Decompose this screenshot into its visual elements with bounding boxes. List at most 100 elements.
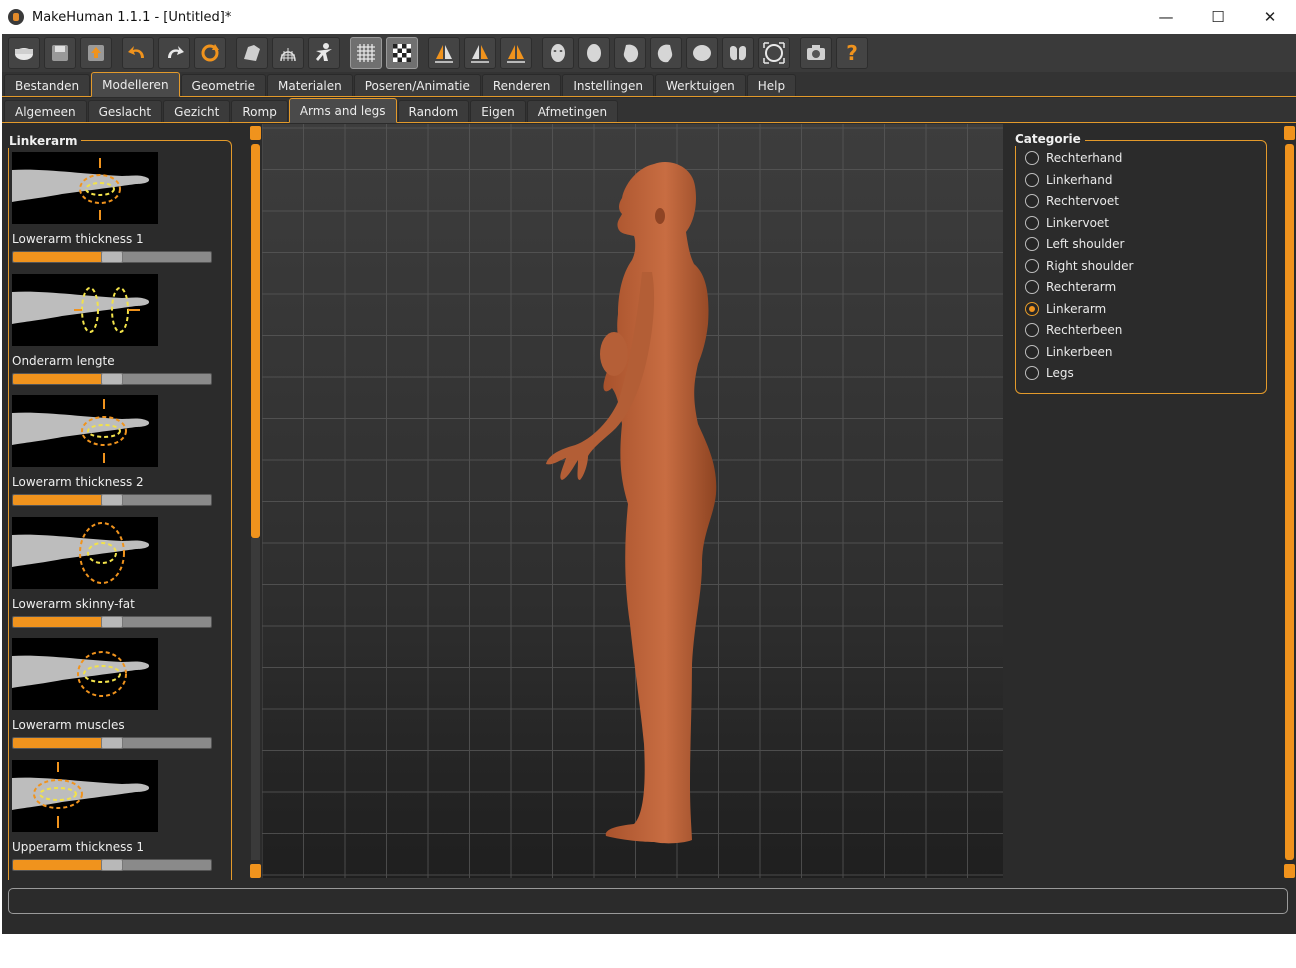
- export-button[interactable]: [80, 37, 112, 69]
- tab-werktuigen[interactable]: Werktuigen: [655, 74, 746, 96]
- radio-button[interactable]: [1025, 323, 1039, 337]
- tab-modelleren[interactable]: Modelleren: [91, 72, 180, 97]
- subtab-geslacht[interactable]: Geslacht: [87, 100, 163, 122]
- symmetry-right-icon: [435, 45, 453, 63]
- radio-button[interactable]: [1025, 151, 1039, 165]
- tab-bestanden[interactable]: Bestanden: [4, 74, 91, 96]
- tab-instellingen[interactable]: Instellingen: [562, 74, 655, 96]
- scroll-track[interactable]: [251, 538, 260, 860]
- new-button[interactable]: [8, 37, 40, 69]
- tab-renderen[interactable]: Renderen: [481, 74, 562, 96]
- help-button[interactable]: ?: [836, 37, 868, 69]
- modifier-slider[interactable]: [12, 737, 212, 749]
- symmetry-right-button[interactable]: [428, 37, 460, 69]
- modifier-slider[interactable]: [12, 494, 212, 506]
- slider-fill: [13, 373, 112, 384]
- right-view-button[interactable]: [650, 37, 682, 69]
- close-button[interactable]: ✕: [1244, 0, 1296, 34]
- tab-geometrie[interactable]: Geometrie: [180, 74, 266, 96]
- checker-button[interactable]: [386, 37, 418, 69]
- slider-handle[interactable]: [101, 372, 123, 385]
- slider-item: Onderarm lengte: [12, 273, 222, 385]
- 3d-viewport[interactable]: [262, 124, 1003, 878]
- subtab-romp[interactable]: Romp: [231, 100, 288, 122]
- subtab-eigen[interactable]: Eigen: [470, 100, 526, 122]
- redo-button[interactable]: [158, 37, 190, 69]
- modifier-slider[interactable]: [12, 372, 212, 385]
- bottom-view-button[interactable]: [722, 37, 754, 69]
- slider-fill: [13, 859, 112, 870]
- radio-button[interactable]: [1025, 366, 1039, 380]
- radio-button[interactable]: [1025, 215, 1039, 230]
- subtab-gezicht[interactable]: Gezicht: [163, 100, 231, 122]
- radio-button[interactable]: [1025, 280, 1039, 294]
- checker-icon: [393, 44, 411, 62]
- category-option-rechtervoet[interactable]: Rechtervoet: [1025, 191, 1119, 211]
- category-option-legs[interactable]: Legs: [1025, 363, 1074, 383]
- slider-item: Lowerarm skinny-fat: [12, 516, 222, 628]
- radio-button[interactable]: [1025, 344, 1039, 359]
- smooth-button[interactable]: [236, 37, 268, 69]
- left-panel-scrollbar[interactable]: [250, 126, 262, 878]
- right-panel-scrollbar[interactable]: [1284, 126, 1295, 878]
- scroll-up-button[interactable]: [1284, 126, 1295, 140]
- reset-camera-button[interactable]: [758, 37, 790, 69]
- slider-handle[interactable]: [101, 251, 123, 263]
- scroll-up-button[interactable]: [250, 126, 261, 140]
- category-option-linkerbeen[interactable]: Linkerbeen: [1025, 342, 1112, 362]
- category-option-linkerarm[interactable]: Linkerarm: [1025, 299, 1106, 319]
- grid-icon: [357, 44, 375, 62]
- radio-button[interactable]: [1025, 194, 1039, 208]
- symmetry-button[interactable]: [500, 37, 532, 69]
- left-view-button[interactable]: [614, 37, 646, 69]
- window-title: MakeHuman 1.1.1 - [Untitled]*: [32, 9, 232, 25]
- top-view-button[interactable]: [686, 37, 718, 69]
- category-option-rechterhand[interactable]: Rechterhand: [1025, 148, 1122, 168]
- export-icon: [88, 45, 104, 61]
- reset-button[interactable]: [194, 37, 226, 69]
- scroll-thumb[interactable]: [251, 144, 260, 538]
- grid-button[interactable]: [350, 37, 382, 69]
- slider-handle[interactable]: [101, 615, 123, 628]
- radio-button[interactable]: [1025, 237, 1039, 251]
- tab-poseren-animatie[interactable]: Poseren/Animatie: [353, 74, 481, 96]
- scroll-down-button[interactable]: [250, 864, 261, 878]
- slider-handle[interactable]: [101, 737, 123, 749]
- radio-button[interactable]: [1025, 172, 1039, 187]
- scroll-thumb[interactable]: [1285, 144, 1294, 860]
- subtab-afmetingen[interactable]: Afmetingen: [526, 100, 619, 122]
- modifier-slider[interactable]: [12, 251, 212, 263]
- radio-button[interactable]: [1025, 301, 1039, 316]
- category-option-linkervoet[interactable]: Linkervoet: [1025, 213, 1109, 233]
- undo-button[interactable]: [122, 37, 154, 69]
- slider-handle[interactable]: [101, 494, 123, 506]
- save-button[interactable]: [44, 37, 76, 69]
- pose-button[interactable]: [308, 37, 340, 69]
- category-option-rechterbeen[interactable]: Rechterbeen: [1025, 320, 1122, 340]
- right-panel: Categorie Rechterhand Linkerhand Rechtervo…: [1003, 124, 1296, 880]
- screenshot-button[interactable]: [800, 37, 832, 69]
- symmetry-left-button[interactable]: [464, 37, 496, 69]
- category-option-right-shoulder[interactable]: Right shoulder: [1025, 256, 1134, 276]
- category-option-linkerhand[interactable]: Linkerhand: [1025, 170, 1112, 190]
- back-view-button[interactable]: [578, 37, 610, 69]
- radio-button[interactable]: [1025, 258, 1039, 273]
- tab-materialen[interactable]: Materialen: [267, 74, 353, 96]
- minimize-button[interactable]: —: [1140, 0, 1192, 34]
- category-option-left-shoulder[interactable]: Left shoulder: [1025, 234, 1124, 254]
- slider-handle[interactable]: [101, 858, 123, 871]
- modifier-slider[interactable]: [12, 615, 212, 628]
- pose-icon: [316, 43, 332, 61]
- scroll-down-button[interactable]: [1284, 864, 1295, 878]
- modifier-slider[interactable]: [12, 858, 212, 871]
- front-view-button[interactable]: [542, 37, 574, 69]
- tab-help[interactable]: Help: [746, 74, 797, 96]
- subtab-arms-and-legs[interactable]: Arms and legs: [288, 98, 397, 123]
- subtab-random[interactable]: Random: [397, 100, 470, 122]
- maximize-button[interactable]: ☐: [1192, 0, 1244, 34]
- subtab-algemeen[interactable]: Algemeen: [4, 100, 87, 122]
- wireframe-button[interactable]: [272, 37, 304, 69]
- sub-tab-bar: Algemeen Geslacht Gezicht Romp Arms and legs…: [2, 98, 1296, 123]
- slider-thumbnail: [12, 152, 158, 224]
- category-option-rechterarm[interactable]: Rechterarm: [1025, 277, 1116, 297]
